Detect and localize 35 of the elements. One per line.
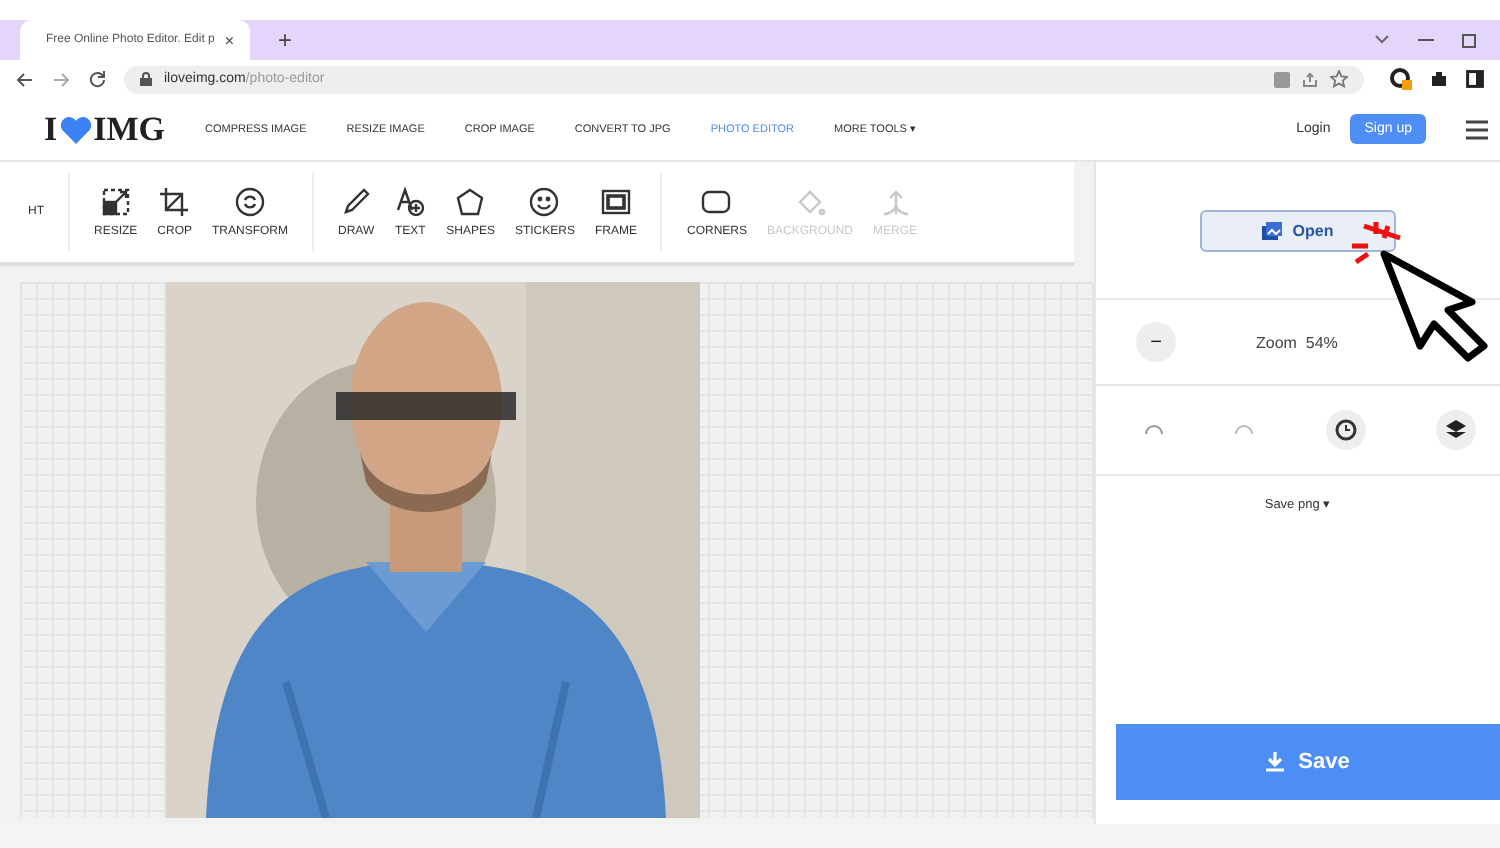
cursor-icon <box>1348 222 1492 362</box>
crop-icon <box>158 186 191 218</box>
layers-icon[interactable] <box>1435 410 1476 450</box>
undo-icon[interactable] <box>1144 424 1164 436</box>
lock-icon <box>140 72 152 86</box>
chevron-down-icon[interactable] <box>1374 34 1390 46</box>
new-tab-button[interactable]: + <box>278 26 293 54</box>
tab-close-button[interactable]: × <box>224 31 235 49</box>
image-icon <box>1262 221 1283 239</box>
minimize-icon[interactable] <box>1418 34 1434 46</box>
merge-icon <box>879 186 912 218</box>
menu-icon[interactable] <box>1466 119 1488 139</box>
sidebar-icon[interactable] <box>1466 70 1484 88</box>
reload-icon[interactable] <box>88 70 106 88</box>
rounded-square-icon <box>700 186 733 218</box>
download-icon <box>1266 752 1285 772</box>
star-icon[interactable] <box>1330 70 1348 88</box>
pencil-icon <box>340 186 373 218</box>
zoom-level: Zoom 54% <box>1256 333 1338 351</box>
logo[interactable]: I IMG <box>44 109 166 149</box>
text-plus-icon <box>394 186 427 218</box>
puzzle-icon[interactable] <box>1430 70 1448 88</box>
back-icon[interactable] <box>16 71 34 87</box>
paint-bucket-icon <box>794 186 826 218</box>
open-button[interactable]: Open <box>1200 209 1396 251</box>
maximize-icon[interactable] <box>1462 33 1476 47</box>
share-icon[interactable] <box>1302 71 1318 87</box>
rotate-icon <box>234 186 267 218</box>
expand-icon <box>99 186 132 218</box>
extension-icon[interactable] <box>1390 68 1412 90</box>
pentagon-icon <box>454 186 487 218</box>
zoom-out-button[interactable]: − <box>1136 322 1176 362</box>
history-icon[interactable] <box>1325 410 1366 450</box>
frame-icon <box>599 186 632 218</box>
smiley-icon <box>528 186 561 218</box>
